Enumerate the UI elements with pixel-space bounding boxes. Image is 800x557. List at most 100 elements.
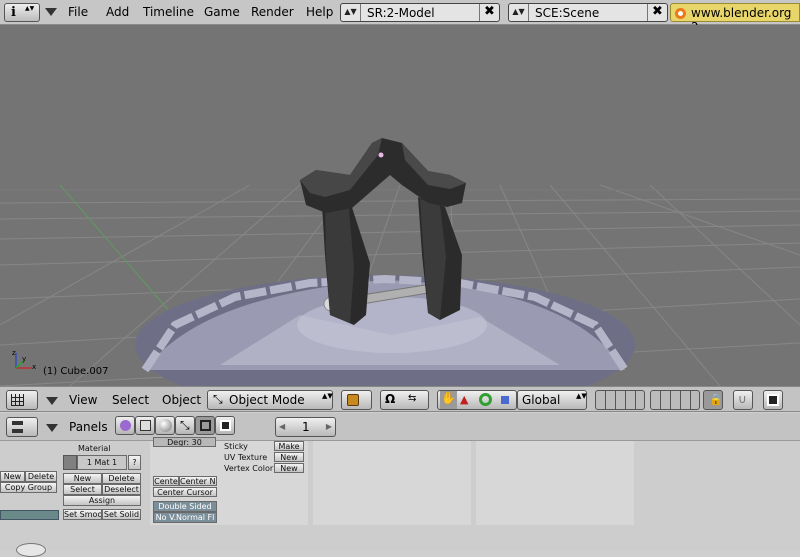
object-origin-dot xyxy=(378,152,384,158)
sticky-make-button[interactable]: Make xyxy=(274,441,304,451)
delete-button[interactable]: Delete xyxy=(25,471,57,482)
shading-context-button[interactable] xyxy=(155,416,175,435)
screen-name[interactable]: SR:2-Model xyxy=(367,6,435,20)
degr-label: Degr: 30 xyxy=(167,438,202,447)
collapse-triangle-icon[interactable] xyxy=(45,8,57,16)
scene-browse-icon[interactable]: ▲▼ xyxy=(509,4,529,21)
menu-view[interactable]: View xyxy=(69,393,97,407)
material-select-button[interactable]: Select xyxy=(63,484,102,495)
draw-type-selector[interactable] xyxy=(341,390,372,410)
centre-label: Cente xyxy=(154,477,178,486)
next-frame-icon[interactable]: ▶ xyxy=(326,422,332,431)
svg-text:x: x xyxy=(32,363,36,371)
translate-icon[interactable]: ▲ xyxy=(460,393,468,406)
snap-button[interactable]: ∪ xyxy=(733,390,753,410)
logic-context-button[interactable] xyxy=(115,416,135,435)
menu-file[interactable]: File xyxy=(68,5,88,19)
sticky-label: Sticky xyxy=(224,442,248,451)
material-delete-button[interactable]: Delete xyxy=(102,473,141,484)
menu-select[interactable]: Select xyxy=(112,393,149,407)
mesh-panel: Degr: 30 Sticky Make UV Texture New Vert… xyxy=(150,437,308,525)
no-vnormal-flip-toggle[interactable]: No V.Normal Fl xyxy=(153,512,217,523)
orientation-selector[interactable]: Global ▲▼ xyxy=(517,390,587,410)
editing-context-button[interactable] xyxy=(195,416,215,435)
dropdown-arrows-icon: ▲▼ xyxy=(322,392,333,400)
autosmooth-degr-field[interactable]: Degr: 30 xyxy=(153,437,216,447)
screen-selector[interactable]: ▲▼ SR:2-Model ✖ xyxy=(340,3,500,22)
collapse-triangle-icon[interactable] xyxy=(46,397,58,405)
3d-viewport[interactable]: x z y (1) Cube.007 xyxy=(0,25,800,386)
layer-buttons-2[interactable] xyxy=(650,390,700,410)
bottom-scroll-knob[interactable] xyxy=(16,543,46,557)
svg-text:y: y xyxy=(22,355,26,363)
menu-game[interactable]: Game xyxy=(204,5,240,19)
frame-number[interactable]: 1 xyxy=(302,420,310,434)
screen-close-icon[interactable]: ✖ xyxy=(479,4,499,21)
menu-object[interactable]: Object xyxy=(162,393,201,407)
blender-logo-icon xyxy=(675,8,686,19)
svg-text:z: z xyxy=(12,349,16,357)
editor-type-button[interactable] xyxy=(6,390,38,410)
pivot-icon: Ω xyxy=(385,392,396,406)
dropdown-arrows-icon: ▲▼ xyxy=(25,5,35,12)
double-sided-toggle[interactable]: Double Sided xyxy=(153,501,217,512)
screen-browse-icon[interactable]: ▲▼ xyxy=(341,4,361,21)
menu-panels[interactable]: Panels xyxy=(69,420,108,434)
editor-type-info-button[interactable]: i ▲▼ xyxy=(4,3,40,22)
material-new-button[interactable]: New xyxy=(63,473,102,484)
delete-button-label: Delete xyxy=(27,472,55,481)
assign-button[interactable]: Assign xyxy=(63,495,141,506)
material-deselect-button[interactable]: Deselect xyxy=(102,484,141,495)
scene-close-icon[interactable]: ✖ xyxy=(647,4,667,21)
manipulator-toggle-icon[interactable]: ⇆ xyxy=(408,393,416,404)
blender-url-badge[interactable]: www.blender.org 2 xyxy=(670,3,800,34)
centre-button[interactable]: Cente xyxy=(153,476,179,486)
top-menu-bar: i ▲▼ File Add Timeline Game Render Help … xyxy=(0,0,800,34)
mode-selector[interactable]: ⤡ Object Mode ▲▼ xyxy=(207,390,333,410)
editor-type-button[interactable] xyxy=(6,417,38,437)
menu-help[interactable]: Help xyxy=(306,5,333,19)
manipulator-buttons[interactable]: ✋ ▲ xyxy=(437,390,517,410)
material-help-button[interactable]: ? xyxy=(128,455,141,470)
menu-add[interactable]: Add xyxy=(106,5,129,19)
lock-button[interactable]: 🔒 xyxy=(703,390,723,410)
pivot-selector[interactable]: Ω ⇆ xyxy=(380,390,429,410)
material-index-field[interactable]: 1 Mat 1 xyxy=(77,455,127,470)
set-solid-button[interactable]: Set Solid xyxy=(102,509,141,520)
material-deselect-label: Deselect xyxy=(104,485,139,494)
menu-timeline[interactable]: Timeline xyxy=(143,5,194,19)
material-label: Material xyxy=(78,444,111,453)
menu-render[interactable]: Render xyxy=(251,5,294,19)
scene-context-button[interactable] xyxy=(215,416,235,435)
vertex-color-label: Vertex Color xyxy=(224,464,274,473)
script-context-button[interactable] xyxy=(135,416,155,435)
hand-icon[interactable]: ✋ xyxy=(440,391,457,409)
object-context-button[interactable]: ⤡ xyxy=(175,416,195,435)
rotate-icon[interactable] xyxy=(479,393,492,406)
new-button[interactable]: New xyxy=(0,471,25,482)
grid-icon xyxy=(11,394,24,406)
material-color-swatch[interactable] xyxy=(63,455,77,470)
uv-texture-new-label: New xyxy=(280,453,298,462)
material-help-text: ? xyxy=(132,458,137,467)
center-cursor-button[interactable]: Center Cursor xyxy=(153,487,217,497)
buttons-window-icon xyxy=(12,421,23,433)
render-preview-button[interactable] xyxy=(763,390,783,410)
set-smooth-button[interactable]: Set Smoo xyxy=(63,509,102,520)
centre-new-button[interactable]: Center Ne xyxy=(179,476,217,486)
collapse-triangle-icon[interactable] xyxy=(46,424,58,432)
prev-frame-icon[interactable]: ◀ xyxy=(279,422,285,431)
scene-name[interactable]: SCE:Scene xyxy=(535,6,599,20)
uv-texture-new-button[interactable]: New xyxy=(274,452,304,462)
scene-selector[interactable]: ▲▼ SCE:Scene ✖ xyxy=(508,3,668,22)
scale-icon[interactable] xyxy=(501,396,509,404)
layer-buttons-1[interactable] xyxy=(595,390,645,410)
axis-icon: ⤡ xyxy=(180,418,190,432)
material-delete-label: Delete xyxy=(108,474,135,483)
frame-counter[interactable]: ◀ 1 ▶ xyxy=(275,417,336,437)
copy-group-button[interactable]: Copy Group xyxy=(0,482,57,493)
axis-gizmo: x z y xyxy=(12,349,36,371)
link-materials-panel: Material 1 Mat 1 ? New Delete Copy Group… xyxy=(0,441,148,550)
sphere-icon xyxy=(159,419,172,432)
vertex-color-new-button[interactable]: New xyxy=(274,463,304,473)
